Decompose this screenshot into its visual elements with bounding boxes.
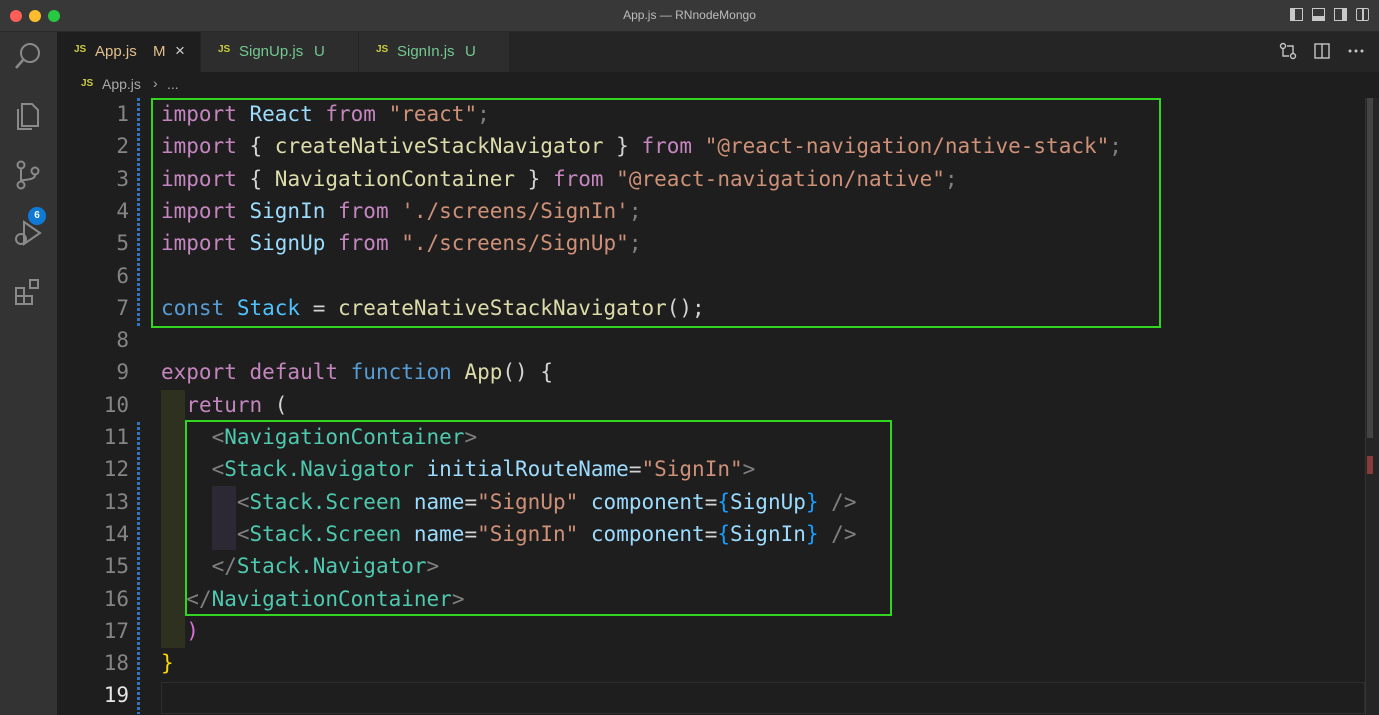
code-editor[interactable]: 1 import React from "react"; 2 import { cre… (57, 98, 1379, 715)
tab-bar: JS App.js M × JS SignUp.js U JS SignIn.j… (57, 32, 1379, 72)
js-file-icon: JS (81, 78, 94, 89)
split-editor-icon[interactable] (1313, 42, 1331, 60)
code-text: } (161, 647, 174, 679)
line-number: 9 (116, 360, 129, 385)
close-tab-icon[interactable]: × (175, 41, 185, 61)
code-token: App (451, 360, 503, 385)
code-token: default (236, 360, 339, 385)
line-number: 13 (103, 489, 129, 514)
line-number: 18 (103, 651, 129, 676)
files-icon[interactable] (12, 99, 44, 131)
tab-status: U (314, 43, 325, 60)
breadcrumb-file[interactable]: App.js (102, 76, 141, 92)
code-token: function (338, 360, 452, 385)
line-number: 15 (103, 554, 129, 579)
tab-status: M (153, 43, 166, 60)
line-number: 8 (116, 328, 129, 353)
code-text: return ( (161, 389, 287, 421)
line-number: 3 (116, 166, 129, 191)
toggle-secondary-sidebar-icon[interactable] (1334, 8, 1347, 21)
line-number: 12 (103, 457, 129, 482)
search-icon[interactable] (12, 40, 44, 72)
tab-status: U (465, 43, 476, 60)
tab-signin-js[interactable]: JS SignIn.js U (359, 32, 510, 72)
line-number: 2 (116, 134, 129, 159)
highlight-box-jsx (185, 420, 892, 616)
js-file-icon: JS (376, 44, 389, 55)
js-file-icon: JS (218, 44, 231, 55)
code-token: export (161, 360, 237, 385)
tab-app-js[interactable]: JS App.js M × (57, 32, 201, 72)
more-actions-icon[interactable] (1347, 42, 1365, 60)
line-number: 10 (103, 392, 129, 417)
code-line[interactable]: 19 (57, 679, 1367, 711)
extensions-icon[interactable] (12, 275, 44, 307)
line-number: 4 (116, 198, 129, 223)
line-number: 6 (116, 263, 129, 288)
line-number: 11 (103, 425, 129, 449)
open-changes-icon[interactable] (1279, 42, 1297, 60)
code-line[interactable]: 9 export default function App() { (57, 356, 1367, 388)
code-text: export default function App() { (161, 356, 553, 388)
line-number: 5 (116, 231, 129, 256)
line-number: 19 (103, 683, 129, 708)
tab-signup-js[interactable]: JS SignUp.js U (201, 32, 359, 72)
run-debug-icon[interactable] (12, 217, 44, 249)
activity-bar: 6 (0, 32, 57, 715)
highlight-box-imports (151, 98, 1161, 328)
code-token: } (161, 651, 174, 676)
code-token: return (186, 392, 263, 417)
tab-label: SignUp.js (239, 43, 304, 60)
toggle-primary-sidebar-icon[interactable] (1290, 8, 1303, 21)
customize-layout-icon[interactable] (1356, 8, 1369, 21)
chevron-right-icon: › (153, 75, 158, 91)
source-control-icon[interactable] (12, 159, 44, 191)
scrollbar-marker (1367, 456, 1373, 474)
code-line[interactable]: 10 return ( (57, 389, 1367, 421)
breadcrumb-more[interactable]: ... (167, 76, 179, 92)
title-bar: App.js — RNnodeMongo (0, 0, 1379, 32)
line-number: 16 (103, 586, 129, 611)
scrollbar-thumb[interactable] (1367, 98, 1373, 438)
code-token: ) (186, 618, 199, 643)
toggle-panel-icon[interactable] (1312, 8, 1325, 21)
line-number: 17 (103, 618, 129, 643)
code-text: ) (161, 615, 199, 647)
tab-label: App.js (95, 43, 137, 60)
code-line[interactable]: 17 ) (57, 615, 1367, 647)
line-number: 7 (116, 295, 129, 320)
code-line[interactable]: 8 (57, 324, 1367, 356)
window-title: App.js — RNnodeMongo (623, 8, 756, 22)
code-token: () { (502, 360, 553, 385)
tab-label: SignIn.js (397, 43, 455, 60)
breadcrumb: JS App.js › ... (57, 72, 1379, 98)
line-number: 1 (116, 102, 129, 126)
code-token: ( (262, 392, 288, 417)
code-line[interactable]: 18} (57, 647, 1367, 679)
line-number: 14 (103, 521, 129, 546)
js-file-icon: JS (74, 44, 87, 55)
